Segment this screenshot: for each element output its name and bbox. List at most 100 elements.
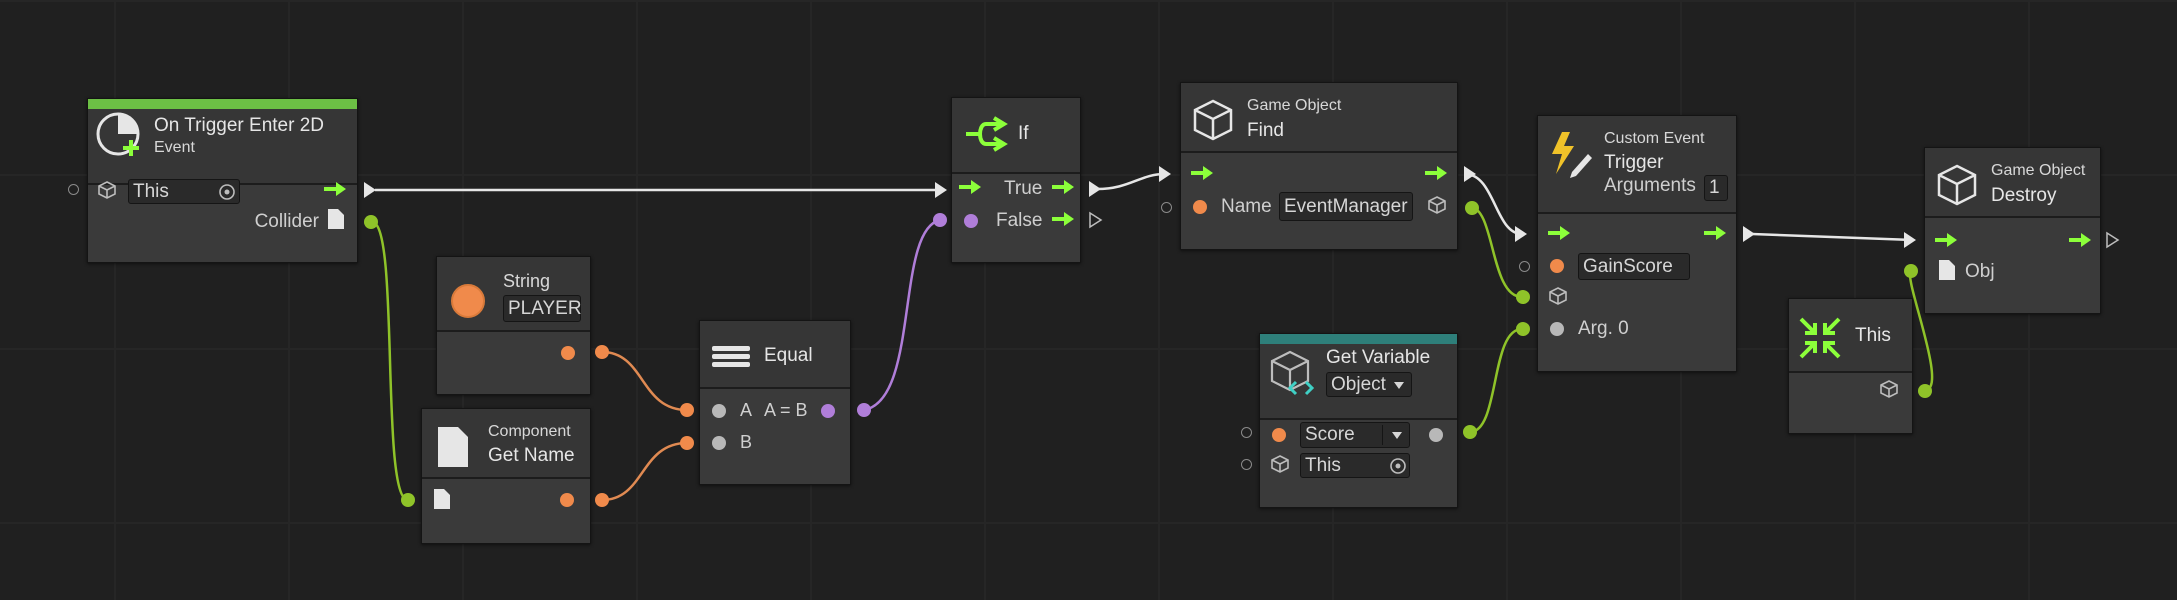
string-output-connector[interactable] (595, 345, 609, 359)
arg0-label: Arg. 0 (1578, 318, 1629, 339)
trigger-arg0-connector[interactable] (1516, 322, 1530, 336)
name-output-connector[interactable] (595, 493, 609, 507)
variable-name-dropdown[interactable]: Score (1300, 422, 1410, 448)
trigger-event-name-connector[interactable] (1519, 261, 1530, 272)
input-b-label: B (740, 432, 753, 452)
node-component-get-name[interactable]: Component Get Name (421, 408, 591, 544)
wire-getvar-trigger (1469, 327, 1523, 434)
this-output-connector[interactable] (1918, 384, 1932, 398)
node-category: Game Object (1247, 97, 1342, 114)
node-gameobject-find[interactable]: Game Object Find Name EventManager (1180, 82, 1458, 250)
input-b-port[interactable] (712, 436, 726, 450)
cube-icon (98, 181, 116, 199)
arguments-label: Arguments (1604, 175, 1696, 196)
find-flow-output-connector[interactable] (1464, 166, 1476, 182)
cube-icon (1193, 99, 1233, 141)
flow-output-arrow-icon[interactable] (2069, 233, 2091, 247)
node-custom-event-trigger[interactable]: Custom Event Trigger Arguments 1 GainSco… (1537, 115, 1737, 372)
trigger-flow-output-connector[interactable] (1743, 226, 1755, 242)
node-if[interactable]: If True False (951, 97, 1081, 263)
input-a-port[interactable] (712, 404, 726, 418)
node-string-literal[interactable]: String PLAYER (436, 256, 591, 395)
dropdown-separator (1382, 425, 1383, 445)
equal-b-connector[interactable] (680, 436, 694, 450)
flow-input-arrow-icon[interactable] (1548, 226, 1570, 240)
name-input-port[interactable] (1272, 428, 1286, 442)
node-get-variable[interactable]: Get Variable Object Score This (1259, 333, 1458, 508)
name-input-port[interactable] (1193, 200, 1207, 214)
document-icon (1939, 260, 1955, 280)
trigger-target-connector[interactable] (1516, 290, 1530, 304)
getvar-target-connector[interactable] (1241, 459, 1252, 470)
flow-output-arrow-icon[interactable] (324, 182, 346, 196)
chevron-down-icon (1392, 432, 1402, 439)
node-title: This (1855, 325, 1891, 346)
if-condition-connector[interactable] (933, 213, 947, 227)
if-true-connector[interactable] (1089, 181, 1101, 197)
collider-output-port[interactable] (364, 215, 378, 229)
arguments-count-field[interactable]: 1 (1704, 175, 1728, 201)
chevron-down-icon (1394, 382, 1404, 389)
wire-collider-getname (371, 220, 409, 502)
result-output-port[interactable] (821, 404, 835, 418)
destroy-flow-input-connector[interactable] (1904, 232, 1916, 248)
if-false-connector[interactable] (1089, 211, 1103, 229)
flow-output-arrow-icon[interactable] (1704, 226, 1726, 240)
variable-name-value: Score (1305, 424, 1355, 445)
string-value-field[interactable]: PLAYER (503, 295, 582, 322)
document-icon (438, 427, 468, 467)
destroy-flow-output-connector[interactable] (2106, 231, 2120, 249)
flow-input-arrow-icon[interactable] (959, 180, 981, 194)
variable-kind-dropdown[interactable]: Object (1326, 372, 1412, 397)
flow-output-arrow-icon[interactable] (1425, 166, 1447, 180)
document-icon (328, 209, 344, 229)
node-title: Destroy (1991, 185, 2057, 206)
name-value-field[interactable]: EventManager (1279, 192, 1413, 221)
output-label: Collider (254, 211, 319, 232)
wire-flow-if-find (1096, 172, 1166, 191)
string-output-port[interactable] (561, 346, 575, 360)
node-category: String (503, 271, 551, 291)
cube-icon (1271, 455, 1289, 473)
self-target-icon (1799, 317, 1841, 359)
target-picker-icon[interactable] (218, 183, 236, 201)
name-output-port[interactable] (560, 493, 574, 507)
component-input-connector[interactable] (401, 493, 415, 507)
arg0-input-port[interactable] (1550, 322, 1564, 336)
node-category: Component (488, 423, 571, 440)
event-name-field[interactable]: GainScore (1578, 253, 1690, 280)
node-gameobject-destroy[interactable]: Game Object Destroy Obj (1924, 147, 2101, 314)
node-category: Custom Event (1604, 130, 1705, 147)
value-output-port[interactable] (1429, 428, 1443, 442)
node-this[interactable]: This (1788, 298, 1913, 434)
if-flow-input-connector[interactable] (935, 182, 947, 198)
string-type-icon (451, 284, 485, 318)
true-flow-output-icon[interactable] (1052, 180, 1074, 194)
node-equal[interactable]: Equal A A = B B (699, 320, 851, 485)
equal-a-connector[interactable] (680, 403, 694, 417)
flow-input-port[interactable] (68, 184, 79, 195)
variable-icon (1270, 350, 1315, 396)
getvar-output-connector[interactable] (1463, 425, 1477, 439)
cube-output-icon (1880, 380, 1898, 398)
param-label: Name (1221, 196, 1272, 217)
destroy-obj-connector[interactable] (1904, 264, 1918, 278)
node-on-trigger-enter-2d[interactable]: On Trigger Enter 2D Event This Collider (87, 98, 358, 263)
equal-result-connector[interactable] (857, 403, 871, 417)
flow-input-arrow-icon[interactable] (1935, 233, 1957, 247)
find-name-connector[interactable] (1161, 202, 1172, 213)
comparison-expression: A = B (764, 400, 808, 420)
false-flow-output-icon[interactable] (1052, 212, 1074, 226)
wire-string-equal (601, 350, 688, 412)
find-object-output-connector[interactable] (1465, 201, 1479, 215)
find-flow-input-connector[interactable] (1159, 166, 1171, 182)
flow-input-arrow-icon[interactable] (1191, 166, 1213, 180)
flow-output-port[interactable] (364, 182, 376, 198)
trigger-flow-input-connector[interactable] (1515, 226, 1527, 242)
target-picker-icon[interactable] (1389, 457, 1407, 475)
event-name-input-port[interactable] (1550, 259, 1564, 273)
false-label: False (996, 210, 1043, 231)
condition-input-port[interactable] (964, 214, 978, 228)
wire-equal-if (863, 218, 941, 412)
getvar-name-connector[interactable] (1241, 427, 1252, 438)
